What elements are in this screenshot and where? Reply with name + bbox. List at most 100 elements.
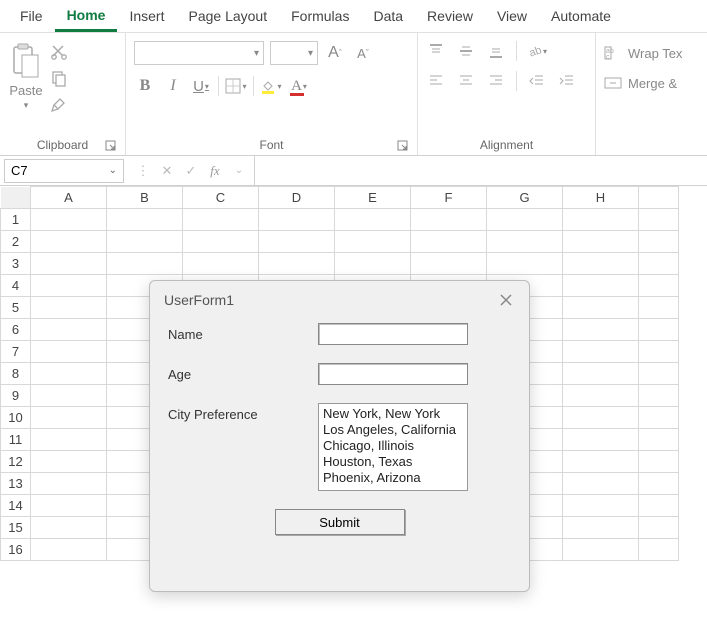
close-icon[interactable] [497, 291, 515, 309]
paste-caret-icon[interactable]: ▾ [24, 100, 29, 111]
list-item[interactable]: New York, New York [323, 406, 463, 422]
cell[interactable] [563, 451, 639, 473]
cell[interactable] [31, 473, 107, 495]
increase-font-icon[interactable]: Aˆ [324, 42, 346, 64]
cell[interactable] [639, 451, 679, 473]
cell[interactable] [563, 473, 639, 495]
align-middle-icon[interactable] [456, 41, 476, 61]
cell[interactable] [639, 297, 679, 319]
cell[interactable] [31, 539, 107, 561]
font-name-combo[interactable]: ▾ [134, 41, 264, 65]
cell[interactable] [487, 231, 563, 253]
cell[interactable] [639, 517, 679, 539]
cut-icon[interactable] [50, 43, 68, 61]
cell[interactable] [639, 473, 679, 495]
cell[interactable] [183, 231, 259, 253]
tab-view[interactable]: View [485, 2, 539, 30]
copy-icon[interactable] [50, 69, 68, 87]
align-center-icon[interactable] [456, 71, 476, 91]
row-header-5[interactable]: 5 [1, 297, 31, 319]
cell[interactable] [107, 253, 183, 275]
cell[interactable] [31, 429, 107, 451]
cell[interactable] [411, 209, 487, 231]
row-header-2[interactable]: 2 [1, 231, 31, 253]
row-header-10[interactable]: 10 [1, 407, 31, 429]
borders-icon[interactable]: ▾ [225, 75, 247, 97]
cell[interactable] [31, 363, 107, 385]
cell[interactable] [183, 253, 259, 275]
font-color-icon[interactable]: A▾ [288, 75, 310, 97]
decrease-font-icon[interactable]: Aˇ [352, 42, 374, 64]
cell[interactable] [31, 495, 107, 517]
cell[interactable] [563, 363, 639, 385]
cell[interactable] [639, 319, 679, 341]
cell[interactable] [563, 253, 639, 275]
cell[interactable] [563, 231, 639, 253]
cell[interactable] [639, 429, 679, 451]
cell[interactable] [335, 253, 411, 275]
row-header-7[interactable]: 7 [1, 341, 31, 363]
cancel-icon[interactable]: ✕ [158, 162, 176, 180]
align-top-icon[interactable] [426, 41, 446, 61]
col-header-A[interactable]: A [31, 187, 107, 209]
col-header-H[interactable]: H [563, 187, 639, 209]
cell[interactable] [563, 517, 639, 539]
tab-data[interactable]: Data [361, 2, 415, 30]
submit-button[interactable]: Submit [275, 509, 405, 535]
cell[interactable] [563, 319, 639, 341]
cell[interactable] [563, 495, 639, 517]
row-header-6[interactable]: 6 [1, 319, 31, 341]
cell[interactable] [639, 363, 679, 385]
cell[interactable] [639, 385, 679, 407]
cell[interactable] [639, 539, 679, 561]
cell[interactable] [259, 253, 335, 275]
cell[interactable] [563, 385, 639, 407]
underline-button[interactable]: U▾ [190, 75, 212, 97]
bold-button[interactable]: B [134, 75, 156, 97]
cell[interactable] [31, 451, 107, 473]
orientation-icon[interactable]: ab▾ [527, 41, 547, 61]
row-header-12[interactable]: 12 [1, 451, 31, 473]
cell[interactable] [639, 407, 679, 429]
merge-center-button[interactable]: Merge & [604, 75, 682, 91]
cell[interactable] [411, 253, 487, 275]
cell[interactable] [107, 209, 183, 231]
tab-home[interactable]: Home [55, 1, 118, 32]
list-item[interactable]: Houston, Texas [323, 454, 463, 470]
align-bottom-icon[interactable] [486, 41, 506, 61]
cell[interactable] [639, 209, 679, 231]
cell[interactable] [31, 275, 107, 297]
row-header-14[interactable]: 14 [1, 495, 31, 517]
age-input[interactable] [318, 363, 468, 385]
cell[interactable] [563, 341, 639, 363]
cell[interactable] [563, 297, 639, 319]
list-item[interactable]: Los Angeles, California [323, 422, 463, 438]
tab-file[interactable]: File [8, 2, 55, 30]
paste-label[interactable]: Paste [9, 83, 42, 98]
font-launcher-icon[interactable] [397, 140, 409, 152]
cell[interactable] [563, 407, 639, 429]
cell[interactable] [639, 253, 679, 275]
col-header-B[interactable]: B [107, 187, 183, 209]
row-header-11[interactable]: 11 [1, 429, 31, 451]
tab-insert[interactable]: Insert [117, 2, 176, 30]
row-header-4[interactable]: 4 [1, 275, 31, 297]
cell[interactable] [487, 209, 563, 231]
decrease-indent-icon[interactable] [527, 71, 547, 91]
chevron-down-icon[interactable]: ⌄ [109, 165, 117, 176]
list-item[interactable]: Chicago, Illinois [323, 438, 463, 454]
cell[interactable] [31, 341, 107, 363]
cell[interactable] [639, 341, 679, 363]
row-header-3[interactable]: 3 [1, 253, 31, 275]
tab-review[interactable]: Review [415, 2, 485, 30]
row-header-13[interactable]: 13 [1, 473, 31, 495]
cell[interactable] [31, 209, 107, 231]
col-header-G[interactable]: G [487, 187, 563, 209]
font-size-combo[interactable]: ▾ [270, 41, 318, 65]
cell[interactable] [411, 231, 487, 253]
row-header-8[interactable]: 8 [1, 363, 31, 385]
city-listbox[interactable]: New York, New YorkLos Angeles, Californi… [318, 403, 468, 491]
col-header-D[interactable]: D [259, 187, 335, 209]
cell[interactable] [639, 495, 679, 517]
row-header-15[interactable]: 15 [1, 517, 31, 539]
